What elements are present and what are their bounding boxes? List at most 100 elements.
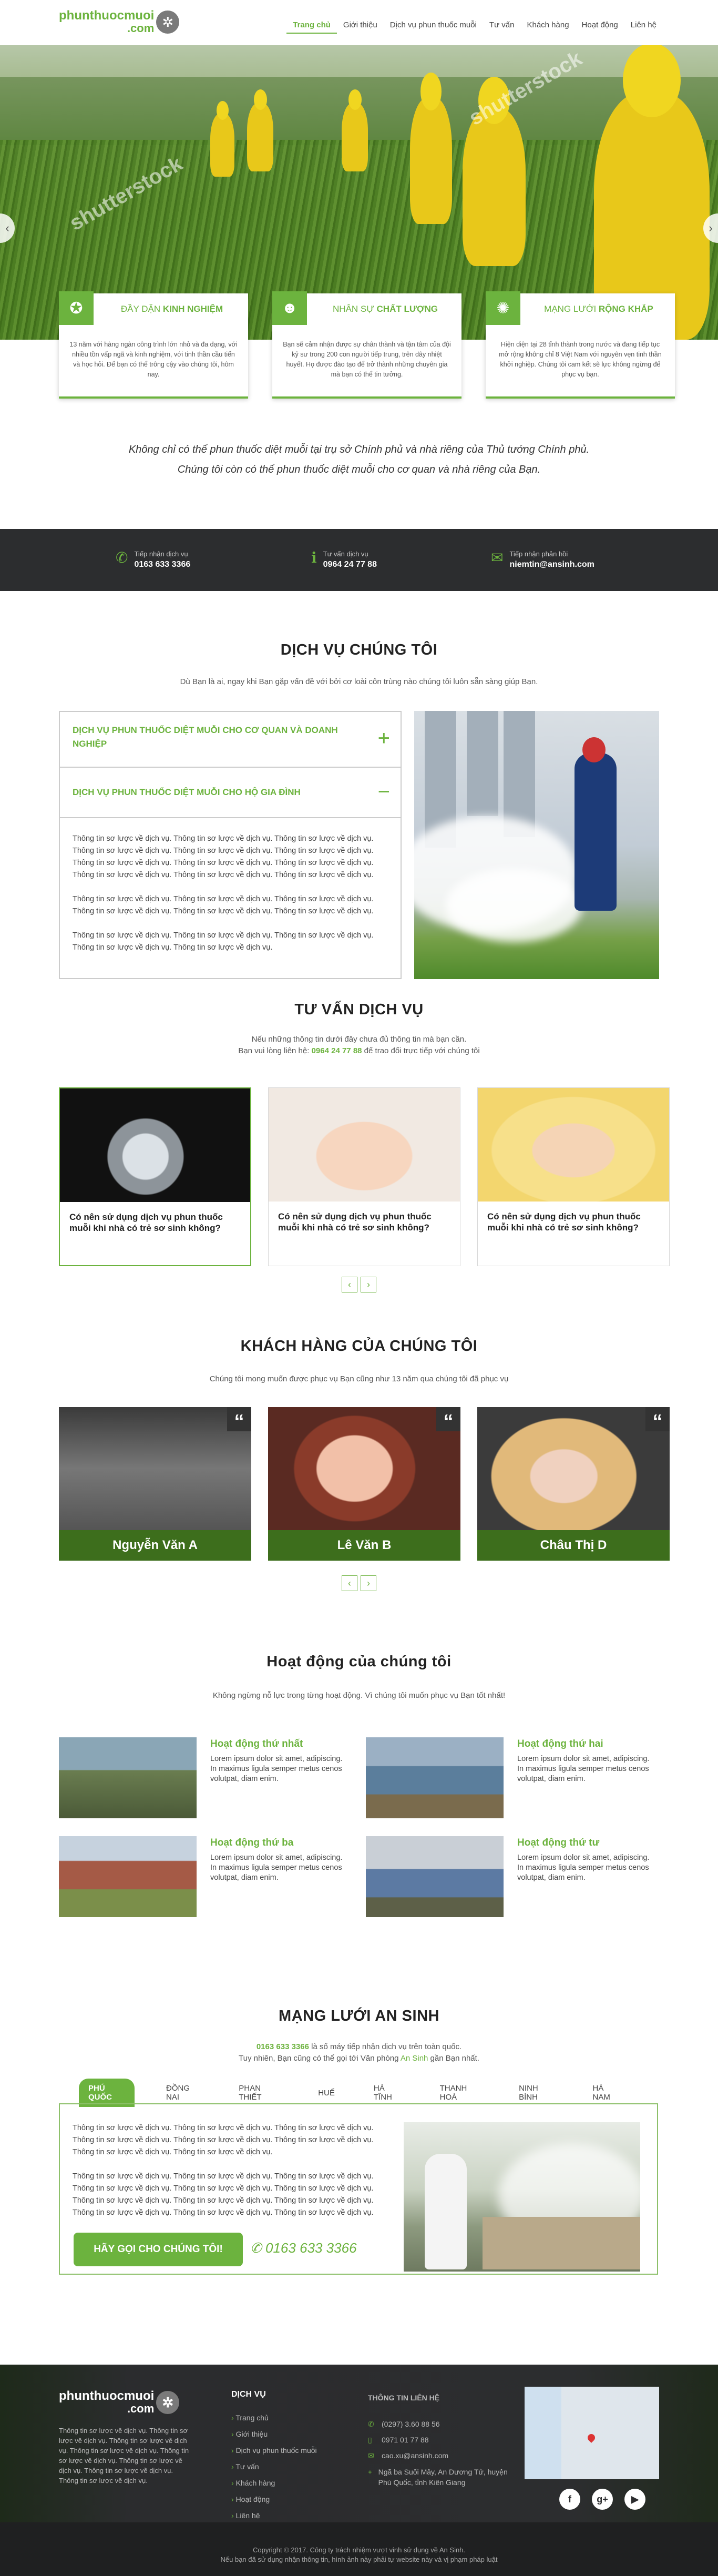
network-link[interactable]: An Sinh <box>401 2054 428 2063</box>
contact-feedback[interactable]: ✉ Tiếp nhận phản hồi niemtin@ansinh.com <box>491 550 594 569</box>
user-icon: ☻ <box>272 291 307 325</box>
contact-consult[interactable]: ℹ Tư vấn dịch vụ 0964 24 77 88 <box>311 550 377 569</box>
footer-link[interactable]: Hoạt động <box>231 2491 317 2508</box>
footer-link[interactable]: Giới thiệu <box>231 2426 317 2442</box>
mail-icon: ✉ <box>368 2451 374 2460</box>
activity-title[interactable]: Hoạt động thứ tư <box>517 1837 660 1849</box>
consult-card[interactable]: Có nên sử dụng dịch vụ phun thuốc muỗi k… <box>59 1087 251 1266</box>
activity-desc: Lorem ipsum dolor sit amet, adipiscing. <box>210 1755 343 1763</box>
customer-list: “ Nguyễn Văn A “ Lê Văn B “ Châu Thị D <box>59 1407 670 1561</box>
card-image <box>478 1088 669 1202</box>
activity-image <box>366 1737 504 1818</box>
footer-mobile[interactable]: 0971 01 77 88 <box>382 2432 429 2448</box>
tab-phan-thiet[interactable]: PHAN THIẾT <box>239 2084 279 2102</box>
nav-consult[interactable]: Tư vấn <box>483 20 521 34</box>
card-caption: Có nên sử dụng dịch vụ phun thuốc muỗi k… <box>278 1211 432 1233</box>
chevron-left-icon[interactable]: ‹ <box>342 1575 357 1591</box>
tab-dong-nai[interactable]: ĐỒNG NAI <box>166 2084 200 2102</box>
consult-card[interactable]: Có nên sử dụng dịch vụ phun thuốc muỗi k… <box>268 1087 460 1266</box>
customers-section: KHÁCH HÀNG CỦA CHÚNG TÔI Chúng tôi mong … <box>0 1338 718 1643</box>
activity-item[interactable]: Hoạt động thứ hai Lorem ipsum dolor sit a… <box>366 1737 660 1821</box>
site-logo[interactable]: phunthuocmuoi .com ✲ <box>59 9 180 35</box>
phone-icon: ✆ <box>250 2240 266 2256</box>
network-sub-text: gần Bạn nhất. <box>428 2054 479 2063</box>
customer-card[interactable]: “ Nguyễn Văn A <box>59 1407 251 1561</box>
accordion-body: Thông tin sơ lược về dịch vụ. Thông tin … <box>60 818 401 981</box>
award-icon: ✪ <box>59 291 94 325</box>
consult-card[interactable]: Có nên sử dụng dịch vụ phun thuốc muỗi k… <box>477 1087 670 1266</box>
tab-ha-nam[interactable]: HÀ NAM <box>592 2084 619 2102</box>
nav-activities[interactable]: Hoạt động <box>576 20 624 34</box>
footer-info-title: THÔNG TIN LIÊN HỆ <box>368 2394 440 2402</box>
nav-customers[interactable]: Khách hàng <box>520 20 575 34</box>
footer-about: phunthuocmuoi .com ✲ Thông tin sơ lược về… <box>59 2390 190 2486</box>
customer-name: Châu Thị D <box>477 1530 670 1561</box>
chevron-right-icon[interactable]: › <box>361 1575 376 1591</box>
accordion-item-business[interactable]: DỊCH VỤ PHUN THUỐC DIỆT MUỖI CHO CƠ QUAN… <box>60 712 401 768</box>
activity-title[interactable]: Hoạt động thứ ba <box>210 1837 353 1849</box>
tab-ha-tinh[interactable]: HÀ TĨNH <box>374 2084 401 2102</box>
google-plus-icon[interactable]: g+ <box>592 2489 613 2510</box>
footer-link[interactable]: Khách hàng <box>231 2475 317 2491</box>
customer-card[interactable]: “ Lê Văn B <box>268 1407 460 1561</box>
logo-line2: .com <box>127 2402 155 2415</box>
plus-icon[interactable]: + <box>378 728 390 749</box>
phone-icon: ✆ <box>116 549 128 566</box>
footer-link[interactable]: Tư vấn <box>231 2459 317 2475</box>
footer-map[interactable] <box>525 2387 659 2479</box>
call-phone[interactable]: ✆ 0163 633 3366 <box>250 2240 357 2256</box>
logo-line1: phunthuocmuoi <box>59 2389 155 2403</box>
network-sub-text: là số máy tiếp nhận dịch vụ trên toàn qu… <box>309 2042 462 2051</box>
hero-worker <box>463 77 526 266</box>
network-icon: ✺ <box>486 291 520 325</box>
feature-title-light: NHÂN SỰ <box>333 304 374 314</box>
call-us-button[interactable]: HÃY GỌI CHO CHÚNG TÔI! <box>74 2233 243 2266</box>
footer-copyright: Copyright © 2017. Công ty trách nhiệm vư… <box>0 2522 718 2576</box>
phone-icon: ✆ <box>368 2420 374 2428</box>
network-text: Thông tin sơ lược về dịch vụ. Thông tin … <box>73 2122 388 2231</box>
card-caption: Có nên sử dụng dịch vụ phun thuốc muỗi k… <box>69 1212 223 1233</box>
customer-name: Nguyễn Văn A <box>59 1530 251 1561</box>
nav-about[interactable]: Giới thiệu <box>337 20 384 34</box>
tab-phu-quoc[interactable]: PHÚ QUỐC <box>79 2079 135 2107</box>
tab-hue[interactable]: HUẾ <box>318 2089 335 2098</box>
activity-desc: In maximus ligula semper metus cenos vol… <box>517 1765 649 1783</box>
activity-title[interactable]: Hoạt động thứ nhất <box>210 1738 353 1750</box>
activities-section: Hoạt động của chúng tôi Không ngừng nỗ l… <box>0 1643 718 1917</box>
footer-link[interactable]: Liên hệ <box>231 2508 317 2524</box>
customers-subtitle: Chúng tôi mong muốn được phục vụ Bạn cũn… <box>209 1374 509 1383</box>
minus-icon[interactable]: − <box>378 781 390 802</box>
activity-desc: In maximus ligula semper metus cenos vol… <box>517 1864 649 1882</box>
customer-card[interactable]: “ Châu Thị D <box>477 1407 670 1561</box>
contact-label: Tiếp nhận phản hồi <box>509 550 568 558</box>
activity-title[interactable]: Hoạt động thứ hai <box>517 1738 660 1750</box>
facebook-icon[interactable]: f <box>559 2489 580 2510</box>
copyright-line2: Nếu bạn đã sử dụng nhận thông tin, hình … <box>220 2555 498 2563</box>
activity-desc: In maximus ligula semper metus cenos vol… <box>210 1864 342 1882</box>
nav-home[interactable]: Trang chủ <box>286 20 337 34</box>
chevron-left-icon[interactable]: ‹ <box>342 1277 357 1292</box>
tab-thanh-hoa[interactable]: THANH HOÁ <box>440 2084 480 2102</box>
footer-link[interactable]: Dịch vụ phun thuốc muỗi <box>231 2442 317 2459</box>
customer-name: Lê Văn B <box>268 1530 460 1561</box>
activity-item[interactable]: Hoạt động thứ nhất Lorem ipsum dolor sit … <box>59 1737 353 1821</box>
accordion-title: DỊCH VỤ PHUN THUỐC DIỆT MUỖI CHO HỘ GIA … <box>73 787 301 797</box>
tab-ninh-binh[interactable]: NINH BÌNH <box>519 2084 553 2102</box>
footer-link[interactable]: Trang chủ <box>231 2410 317 2426</box>
consult-phone[interactable]: 0964 24 77 88 <box>312 1046 362 1055</box>
nav-contact[interactable]: Liên hệ <box>624 20 663 34</box>
footer-logo[interactable]: phunthuocmuoi .com ✲ <box>59 2390 190 2415</box>
consult-pager: ‹ › <box>0 1277 718 1292</box>
accordion-item-household[interactable]: DỊCH VỤ PHUN THUỐC DIỆT MUỖI CHO HỘ GIA … <box>60 768 401 818</box>
site-footer: phunthuocmuoi .com ✲ Thông tin sơ lược về… <box>0 2365 718 2576</box>
feature-card-experience: ✪ ĐẦY DẶN KINH NGHIỆM 13 năm với hàng ng… <box>59 291 248 399</box>
footer-services-title: DỊCH VỤ <box>231 2390 266 2399</box>
footer-email[interactable]: cao.xu@ansinh.com <box>382 2448 448 2463</box>
chevron-right-icon[interactable]: › <box>361 1277 376 1292</box>
consult-subtitle: Nếu những thông tin dưới đây chưa đủ thô… <box>0 1034 718 1057</box>
youtube-icon[interactable]: ▶ <box>624 2489 645 2510</box>
footer-phone[interactable]: (0297) 3.60 88 56 <box>382 2416 440 2432</box>
nav-service[interactable]: Dịch vụ phun thuốc muỗi <box>384 20 483 34</box>
network-phone[interactable]: 0163 633 3366 <box>257 2042 309 2051</box>
contact-service[interactable]: ✆ Tiếp nhận dịch vụ 0163 633 3366 <box>116 550 190 569</box>
